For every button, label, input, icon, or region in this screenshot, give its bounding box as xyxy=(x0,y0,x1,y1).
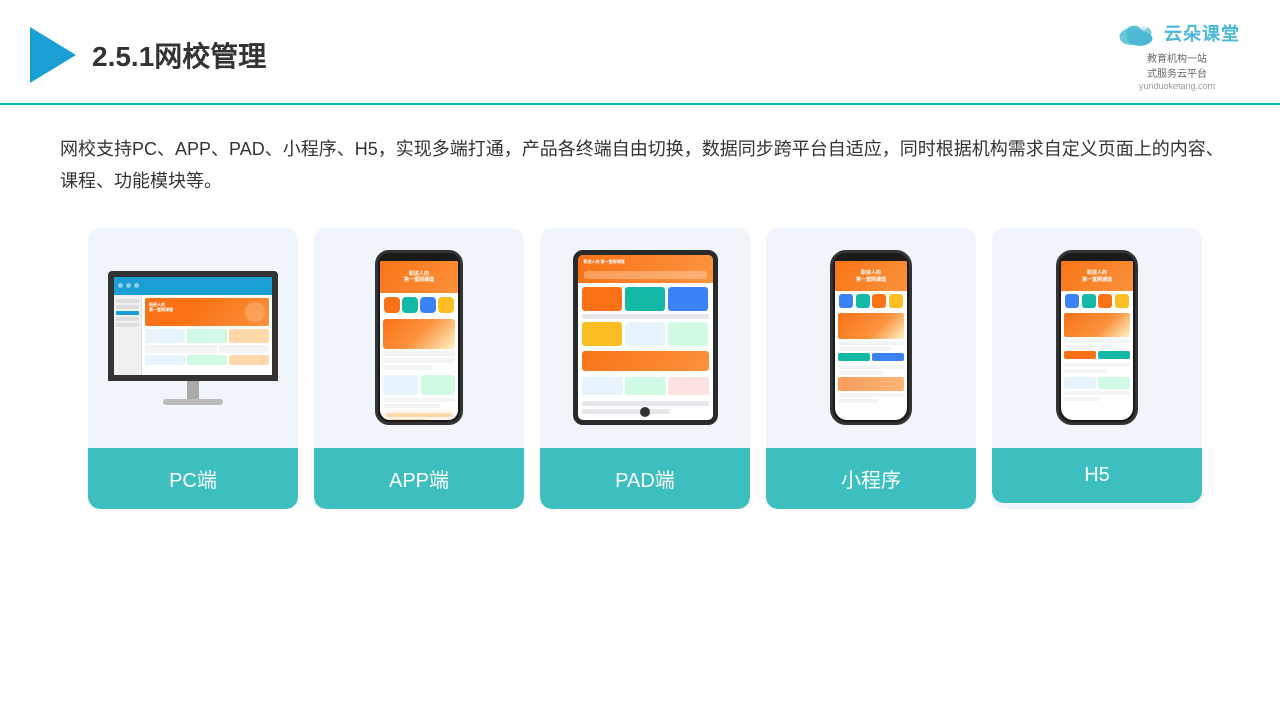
header-left: 2.5.1网校管理 xyxy=(30,27,266,83)
brand-tagline: 教育机构一站 式服务云平台 xyxy=(1147,50,1207,80)
tablet-mockup: 职进人的 第一堂网课理 xyxy=(573,250,718,425)
cloud-icon xyxy=(1114,18,1158,48)
main-content: 网校支持PC、APP、PAD、小程序、H5，实现多端打通，产品各终端自由切换，数… xyxy=(0,105,1280,529)
brand-logo: 云朵课堂 xyxy=(1114,18,1240,48)
card-h5-label: H5 xyxy=(992,448,1202,503)
card-miniprogram-image: 职进人的第一堂网课理 xyxy=(766,228,976,448)
h5-phone-mockup: 职进人的第一堂网课理 xyxy=(1056,250,1138,425)
brand-name: 云朵课堂 xyxy=(1164,20,1240,46)
miniprogram-phone-mockup: 职进人的第一堂网课理 xyxy=(830,250,912,425)
logo-triangle-icon xyxy=(30,27,76,83)
header: 2.5.1网校管理 云朵课堂 教育机构一站 式服务云平台 yunduoketan… xyxy=(0,0,1280,105)
card-pc-image: 职进人的第一堂网课理 xyxy=(88,228,298,448)
card-app: 职进人的第一堂网课理 xyxy=(314,228,524,509)
card-pc-label: PC端 xyxy=(88,448,298,509)
card-pad: 职进人的 第一堂网课理 xyxy=(540,228,750,509)
description-text: 网校支持PC、APP、PAD、小程序、H5，实现多端打通，产品各终端自由切换，数… xyxy=(60,133,1230,198)
brand-logo-area: 云朵课堂 教育机构一站 式服务云平台 yunduoketang.com xyxy=(1114,18,1240,91)
card-miniprogram: 职进人的第一堂网课理 xyxy=(766,228,976,509)
card-pad-label: PAD端 xyxy=(540,448,750,509)
monitor-screen: 职进人的第一堂网课理 xyxy=(108,271,278,381)
brand-url: yunduoketang.com xyxy=(1139,81,1215,91)
card-app-image: 职进人的第一堂网课理 xyxy=(314,228,524,448)
card-pc: 职进人的第一堂网课理 xyxy=(88,228,298,509)
card-h5: 职进人的第一堂网课理 xyxy=(992,228,1202,509)
app-phone-mockup: 职进人的第一堂网课理 xyxy=(375,250,463,425)
card-miniprogram-label: 小程序 xyxy=(766,448,976,509)
cards-section: 职进人的第一堂网课理 xyxy=(60,228,1230,509)
card-pad-image: 职进人的 第一堂网课理 xyxy=(540,228,750,448)
page-title: 2.5.1网校管理 xyxy=(92,35,266,75)
card-h5-image: 职进人的第一堂网课理 xyxy=(992,228,1202,448)
card-app-label: APP端 xyxy=(314,448,524,509)
monitor-mockup: 职进人的第一堂网课理 xyxy=(108,271,278,405)
